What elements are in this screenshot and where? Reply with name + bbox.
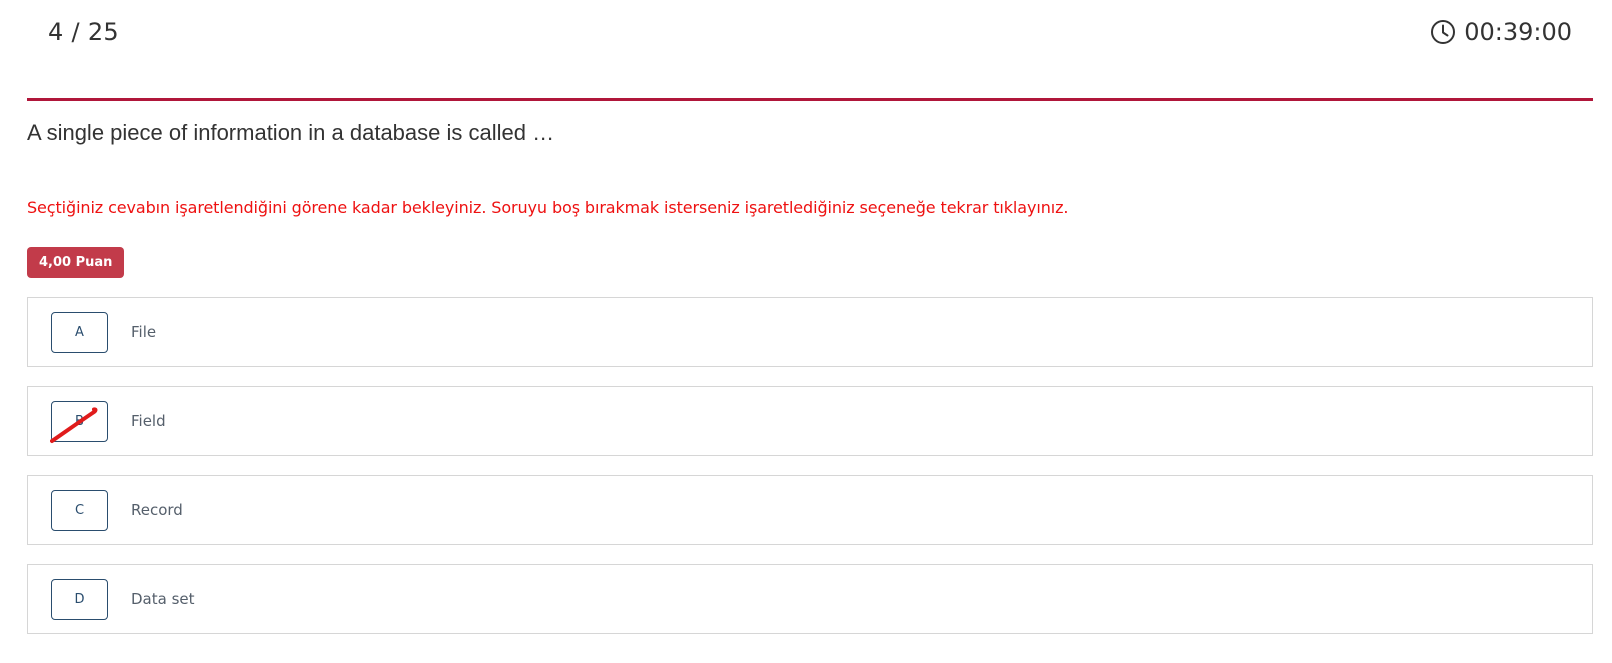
option-letter-box[interactable]: C — [51, 490, 108, 531]
option-text: Record — [131, 501, 183, 519]
exam-timer: 00:39:00 — [1430, 18, 1572, 46]
option-text: File — [131, 323, 157, 341]
option-letter: A — [75, 325, 84, 340]
question-counter: 4 / 25 — [48, 18, 119, 46]
timer-value: 00:39:00 — [1464, 18, 1572, 46]
option-d[interactable]: D Data set — [27, 564, 1593, 634]
option-text: Field — [131, 412, 166, 430]
option-a[interactable]: A File — [27, 297, 1593, 367]
instruction-text: Seçtiğiniz cevabın işaretlendiğini gören… — [27, 198, 1069, 217]
option-letter: B — [75, 414, 84, 429]
option-letter-box[interactable]: D — [51, 579, 108, 620]
points-badge: 4,00 Puan — [27, 247, 125, 278]
option-letter-box[interactable]: B — [50, 401, 108, 443]
option-text: Data set — [131, 590, 195, 608]
option-letter: C — [74, 503, 85, 518]
option-letter-box[interactable]: A — [51, 312, 108, 353]
answer-options: A File B Field C Record D Data set — [27, 297, 1593, 653]
question-text: A single piece of information in a datab… — [27, 120, 555, 145]
exam-header: 4 / 25 00:39:00 — [0, 0, 1612, 70]
header-divider — [27, 98, 1593, 101]
clock-icon — [1430, 19, 1456, 45]
option-b[interactable]: B Field — [27, 386, 1593, 456]
option-c[interactable]: C Record — [27, 475, 1593, 545]
option-letter: D — [74, 592, 85, 607]
exam-page: 4 / 25 00:39:00 A single piece of inform… — [0, 0, 1612, 663]
